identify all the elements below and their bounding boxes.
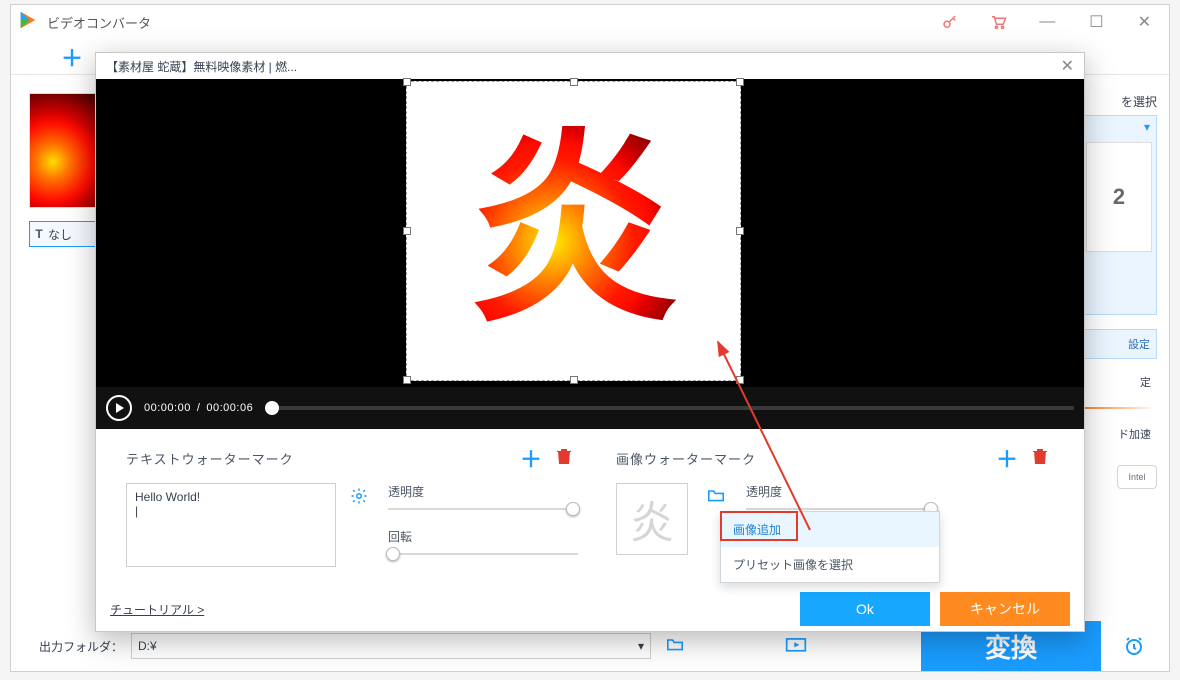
cancel-button[interactable]: キャンセル xyxy=(940,592,1070,626)
intel-badge: Intel xyxy=(1117,465,1157,489)
editor-title: 【素材屋 蛇蔵】無料映像素材 | 燃... xyxy=(106,58,297,75)
image-watermark-thumbnail[interactable]: 炎 xyxy=(616,483,688,555)
resize-handle[interactable] xyxy=(736,227,744,235)
format-box[interactable]: ▾ 2 xyxy=(1081,115,1157,315)
chevron-down-icon: ▾ xyxy=(1144,120,1150,134)
settings-button-2[interactable]: 定 xyxy=(1081,367,1157,397)
hw-accel-label: ド加速 xyxy=(1081,419,1157,449)
seek-knob[interactable] xyxy=(265,401,279,415)
open-media-folder-icon[interactable] xyxy=(779,635,813,658)
separator-icon xyxy=(1081,407,1157,409)
watermark-image: 炎 xyxy=(468,126,678,336)
text-settings-button[interactable] xyxy=(350,487,368,567)
time-current: 00:00:00 xyxy=(144,402,191,414)
time-total: 00:00:06 xyxy=(206,402,253,414)
slider-knob[interactable] xyxy=(566,502,580,516)
resize-handle[interactable] xyxy=(403,376,411,384)
image-watermark-panel: 画像ウォーターマーク ＋ 炎 透明度 xyxy=(616,443,1054,579)
watermark-glyph-preview: 炎 xyxy=(630,487,674,551)
app-logo-icon xyxy=(17,9,39,36)
opacity-label: 透明度 xyxy=(388,483,578,500)
transport-bar: 00:00:00 / 00:00:06 xyxy=(96,387,1084,429)
minimize-button[interactable]: — xyxy=(1027,9,1067,35)
seek-track[interactable] xyxy=(265,406,1074,410)
panel-area: テキストウォーターマーク ＋ Hello World!| 透明度 xyxy=(96,429,1084,587)
delete-text-watermark-button[interactable] xyxy=(550,447,578,470)
preview-area: 炎 xyxy=(96,79,1084,387)
ok-button[interactable]: Ok xyxy=(800,592,930,626)
time-separator: / xyxy=(197,402,201,414)
format-badge: 2 xyxy=(1086,142,1152,252)
play-button[interactable] xyxy=(106,395,132,421)
close-button[interactable]: ✕ xyxy=(1126,8,1163,36)
app-title: ビデオコンバータ xyxy=(47,13,931,32)
text-watermark-title: テキストウォーターマーク xyxy=(126,449,512,468)
text-watermark-panel: テキストウォーターマーク ＋ Hello World!| 透明度 xyxy=(126,443,578,579)
delete-image-watermark-button[interactable] xyxy=(1026,447,1054,470)
slider-knob[interactable] xyxy=(386,547,400,561)
callout-highlight xyxy=(720,511,798,541)
opacity-slider[interactable] xyxy=(388,508,578,510)
key-icon[interactable] xyxy=(931,7,969,37)
output-folder-path: D:¥ xyxy=(138,639,157,653)
chevron-down-icon: ▾ xyxy=(638,639,644,653)
title-actions: — ☐ ✕ xyxy=(931,7,1163,37)
resize-handle[interactable] xyxy=(570,376,578,384)
watermark-text-input[interactable]: Hello World!| xyxy=(126,483,336,567)
image-opacity-label: 透明度 xyxy=(746,483,1054,500)
image-opacity-slider[interactable] xyxy=(746,508,936,510)
watermark-frame[interactable]: 炎 xyxy=(406,81,741,381)
output-folder-select[interactable]: D:¥ ▾ xyxy=(131,633,651,659)
editor-header: 【素材屋 蛇蔵】無料映像素材 | 燃... ✕ xyxy=(96,53,1084,79)
text-icon: T xyxy=(30,227,48,241)
time-display: 00:00:00 / 00:00:06 xyxy=(144,402,253,414)
rotate-slider[interactable] xyxy=(388,553,578,555)
add-text-watermark-button[interactable]: ＋ xyxy=(512,442,550,474)
editor-footer: チュートリアル > Ok キャンセル xyxy=(96,587,1084,631)
resize-handle[interactable] xyxy=(736,78,744,86)
dropdown-item-preset[interactable]: プリセット画像を選択 xyxy=(721,547,939,582)
subtitle-value: なし xyxy=(48,226,72,243)
image-watermark-title: 画像ウォーターマーク xyxy=(616,449,988,468)
output-folder-label: 出力フォルダ： xyxy=(39,638,123,655)
schedule-icon[interactable] xyxy=(1109,621,1159,671)
cart-icon[interactable] xyxy=(979,7,1017,37)
resize-handle[interactable] xyxy=(736,376,744,384)
resize-handle[interactable] xyxy=(570,78,578,86)
maximize-button[interactable]: ☐ xyxy=(1077,8,1115,36)
titlebar: ビデオコンバータ — ☐ ✕ xyxy=(11,5,1169,39)
settings-button-1[interactable]: 設定 xyxy=(1081,329,1157,359)
watermark-text-value: Hello World! xyxy=(135,490,200,504)
tutorial-link[interactable]: チュートリアル > xyxy=(110,601,204,618)
resize-handle[interactable] xyxy=(403,78,411,86)
resize-handle[interactable] xyxy=(403,227,411,235)
watermark-editor-dialog: 【素材屋 蛇蔵】無料映像素材 | 燃... ✕ 炎 00:00:00 / 00:… xyxy=(95,52,1085,632)
add-image-watermark-button[interactable]: ＋ xyxy=(988,442,1026,474)
open-folder-icon[interactable] xyxy=(659,636,691,657)
rotate-label: 回転 xyxy=(388,528,578,545)
editor-close-button[interactable]: ✕ xyxy=(1061,56,1074,76)
add-file-button[interactable]: ＋ xyxy=(61,41,83,73)
